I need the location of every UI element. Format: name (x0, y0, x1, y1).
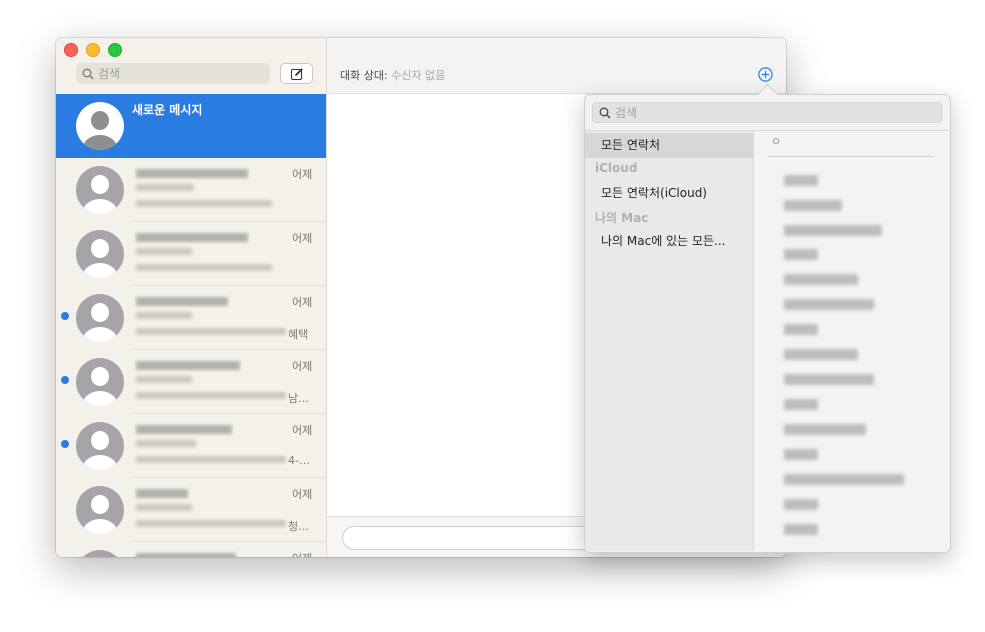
conversation-snippet-redacted (136, 200, 272, 207)
recipient-placeholder: 수신자 없음 (391, 69, 446, 82)
conversation-snippet-tail: 4-… (288, 454, 310, 467)
avatar (76, 358, 124, 406)
contact-name-redacted[interactable] (784, 449, 818, 460)
avatar (76, 230, 124, 278)
contact-name-redacted[interactable] (784, 274, 858, 285)
group-all-my-mac[interactable]: 나의 Mac에 있는 모든... (585, 229, 753, 254)
contact-name-redacted[interactable] (784, 474, 904, 485)
conversation-snippet-redacted (136, 376, 192, 383)
conversation-snippet-redacted (136, 328, 286, 335)
conversation-list[interactable]: 새로운 메시지 어제 어제 어제 혜택 어제 남… 어제 4-… 어제 청… (56, 94, 326, 557)
contact-name-redacted[interactable] (784, 524, 818, 535)
unread-indicator (61, 440, 69, 448)
contacts-search-field[interactable]: 검색 (592, 102, 942, 123)
minimize-window-button[interactable] (86, 43, 100, 57)
search-placeholder: 검색 (98, 67, 121, 81)
zoom-window-button[interactable] (108, 43, 122, 57)
add-contact-plus-icon[interactable] (758, 67, 773, 82)
group-all-icloud[interactable]: 모든 연락처(iCloud) (585, 181, 753, 206)
conversation-search-field[interactable]: 검색 (76, 63, 270, 84)
contact-name-redacted[interactable] (784, 249, 818, 260)
conversation-name-redacted (136, 297, 228, 306)
conversation-snippet-redacted (136, 520, 286, 527)
conversation-time: 어제 (292, 296, 313, 309)
new-message-item[interactable]: 새로운 메시지 (56, 94, 326, 158)
new-message-title: 새로운 메시지 (132, 103, 203, 117)
conversation-name-redacted (136, 489, 188, 498)
window-controls (64, 43, 122, 57)
avatar (76, 550, 124, 557)
conversation-snippet-redacted (136, 248, 192, 255)
conversation-time: 어제 (292, 424, 313, 437)
conversation-snippet-redacted (136, 392, 286, 399)
contact-name-redacted[interactable] (784, 324, 818, 335)
sidebar: 검색 새로운 메시지 어제 어제 어제 혜택 어제 남… 어제 4-… 어제 청… (56, 38, 327, 557)
unread-indicator (61, 376, 69, 384)
close-window-button[interactable] (64, 43, 78, 57)
conversation-item[interactable]: 어제 (56, 542, 326, 557)
contact-name-redacted[interactable] (784, 225, 882, 236)
conversation-name-redacted (136, 233, 248, 242)
recipient-field[interactable]: 대화 상대: 수신자 없음 (340, 67, 445, 83)
contact-name-redacted[interactable] (784, 299, 874, 310)
compose-button[interactable] (280, 63, 313, 84)
conversation-snippet-redacted (136, 440, 196, 447)
search-icon (599, 107, 611, 118)
conversation-item[interactable]: 어제 혜택 (56, 286, 326, 350)
contacts-list[interactable]: ㅇ (754, 131, 950, 551)
conversation-item[interactable]: 어제 (56, 222, 326, 286)
conversation-snippet-redacted (136, 504, 192, 511)
group-header-my-mac: 나의 Mac (595, 211, 649, 225)
conversation-name-redacted (136, 425, 232, 434)
recipient-header: 대화 상대: 수신자 없음 (327, 38, 786, 94)
avatar (76, 486, 124, 534)
conversation-item[interactable]: 어제 청… (56, 478, 326, 542)
conversation-snippet-redacted (136, 264, 272, 271)
contact-name-redacted[interactable] (784, 399, 818, 410)
contact-name-redacted[interactable] (784, 374, 874, 385)
conversation-time: 어제 (292, 360, 313, 373)
contact-name-redacted[interactable] (784, 499, 818, 510)
conversation-time: 어제 (292, 232, 313, 245)
conversation-time: 어제 (292, 168, 313, 181)
conversation-snippet-tail: 청… (288, 520, 310, 533)
avatar (76, 422, 124, 470)
conversation-time: 어제 (292, 550, 312, 557)
conversation-item[interactable]: 어제 (56, 158, 326, 222)
contact-name-redacted[interactable] (784, 424, 866, 435)
conversation-item[interactable]: 어제 4-… (56, 414, 326, 478)
group-all-contacts[interactable]: 모든 연락처 (585, 133, 753, 158)
contact-name-redacted[interactable] (784, 200, 842, 211)
conversation-snippet-redacted (136, 312, 192, 319)
unread-indicator (61, 312, 69, 320)
conversation-snippet-tail: 남… (288, 392, 310, 405)
section-index-letter: ㅇ (771, 135, 782, 148)
conversation-name-redacted (136, 361, 240, 370)
conversation-name-redacted (136, 169, 248, 178)
contacts-search-placeholder: 검색 (615, 106, 638, 120)
avatar (76, 102, 124, 150)
conversation-name-redacted (136, 553, 236, 557)
recipient-label: 대화 상대: (340, 69, 388, 82)
conversation-snippet-tail: 혜택 (288, 328, 309, 341)
compose-icon (290, 67, 303, 80)
avatar (76, 166, 124, 214)
contacts-popover: 검색 모든 연락처 iCloud 모든 연락처(iCloud) 나의 Mac 나… (584, 83, 951, 553)
contact-name-redacted[interactable] (784, 349, 858, 360)
conversation-snippet-redacted (136, 184, 194, 191)
avatar (76, 294, 124, 342)
group-header-icloud: iCloud (595, 161, 638, 175)
search-icon (82, 68, 94, 79)
contact-name-redacted[interactable] (784, 175, 818, 186)
conversation-time: 어제 (292, 488, 313, 501)
contact-groups-list: 모든 연락처 iCloud 모든 연락처(iCloud) 나의 Mac 나의 M… (585, 131, 754, 551)
conversation-item[interactable]: 어제 남… (56, 350, 326, 414)
conversation-snippet-redacted (136, 456, 286, 463)
